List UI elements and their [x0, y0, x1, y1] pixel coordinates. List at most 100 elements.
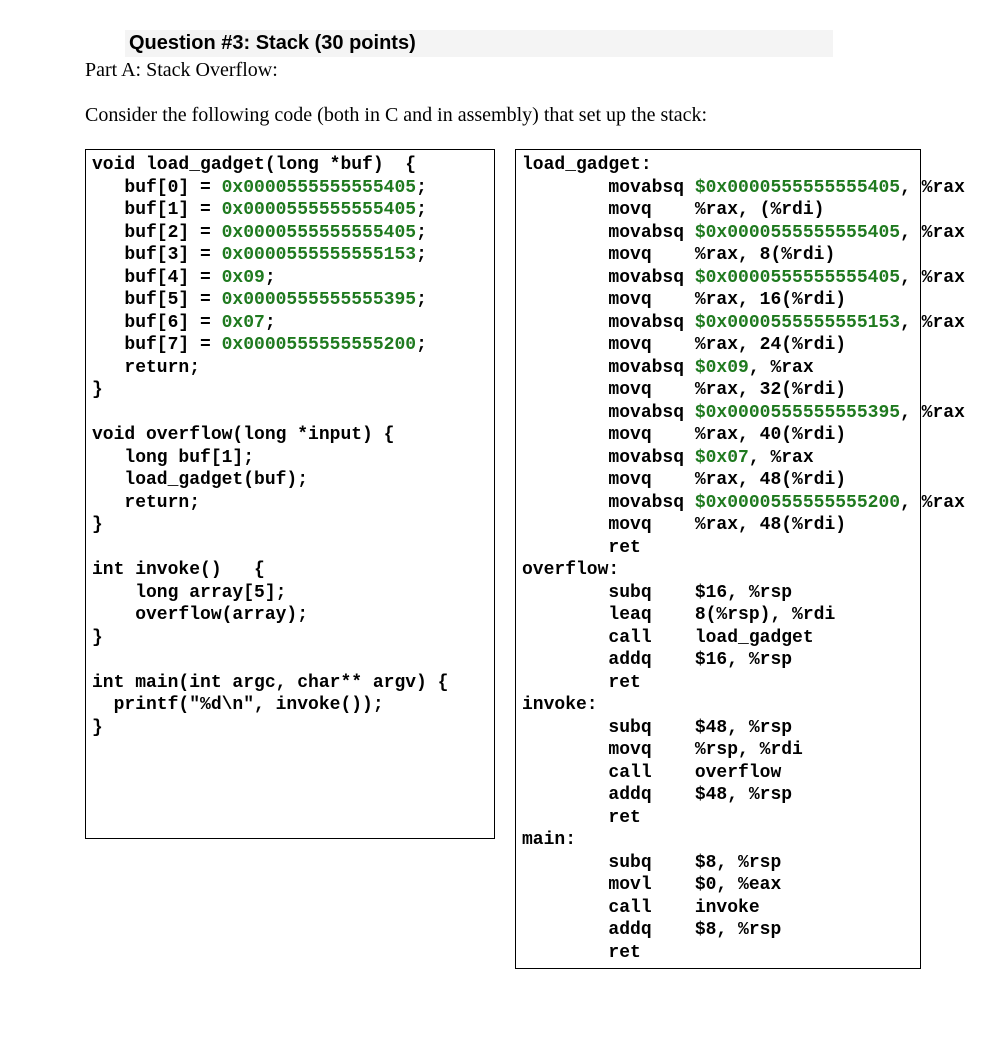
c-line: long array[5]; — [92, 583, 286, 603]
asm-line: subq $48, %rsp — [522, 718, 792, 738]
c-line: return; — [92, 358, 200, 378]
asm-line: movl $0, %eax — [522, 875, 781, 895]
asm-line: , %rax — [900, 313, 965, 333]
c-line: overflow(array); — [92, 605, 308, 625]
asm-line: addq $48, %rsp — [522, 785, 792, 805]
asm-code-box: load_gadget: movabsq $0x0000555555555405… — [515, 149, 921, 969]
c-line: ; — [265, 268, 276, 288]
asm-line: ret — [522, 673, 641, 693]
c-line: ; — [416, 335, 427, 355]
page-root: Question #3: Stack (30 points) Part A: S… — [0, 0, 1006, 1048]
asm-line: movq %rax, 48(%rdi) — [522, 470, 846, 490]
hex-literal: $0x0000555555555405 — [695, 178, 900, 198]
hex-literal: $0x0000555555555395 — [695, 403, 900, 423]
asm-line: movabsq — [522, 448, 695, 468]
c-line: } — [92, 628, 103, 648]
code-columns: void load_gadget(long *buf) { buf[0] = 0… — [85, 149, 921, 969]
hex-literal: 0x0000555555555405 — [222, 223, 416, 243]
hex-literal: 0x09 — [222, 268, 265, 288]
asm-line: , %rax — [749, 448, 814, 468]
c-line: void load_gadget(long *buf) { — [92, 155, 416, 175]
hex-literal: 0x0000555555555153 — [222, 245, 416, 265]
asm-line: movabsq — [522, 358, 695, 378]
asm-line: call invoke — [522, 898, 760, 918]
c-line: long buf[1]; — [92, 448, 254, 468]
asm-line: ret — [522, 538, 641, 558]
hex-literal: 0x0000555555555405 — [222, 200, 416, 220]
hex-literal: $0x09 — [695, 358, 749, 378]
c-line: } — [92, 515, 103, 535]
asm-line: main: — [522, 830, 576, 850]
asm-line: , %rax — [900, 403, 965, 423]
asm-line: leaq 8(%rsp), %rdi — [522, 605, 835, 625]
asm-line: movabsq — [522, 313, 695, 333]
asm-line: subq $16, %rsp — [522, 583, 792, 603]
c-line: buf[1] = — [92, 200, 222, 220]
c-line: buf[3] = — [92, 245, 222, 265]
hex-literal: $0x07 — [695, 448, 749, 468]
asm-line: subq $8, %rsp — [522, 853, 781, 873]
asm-line: overflow: — [522, 560, 619, 580]
asm-line: movq %rax, 24(%rdi) — [522, 335, 846, 355]
intro-text: Consider the following code (both in C a… — [85, 104, 921, 127]
asm-line: , %rax — [900, 178, 965, 198]
c-line: ; — [416, 245, 427, 265]
c-line: buf[2] = — [92, 223, 222, 243]
hex-literal: 0x0000555555555405 — [222, 178, 416, 198]
asm-line: movq %rax, (%rdi) — [522, 200, 824, 220]
asm-line: addq $16, %rsp — [522, 650, 792, 670]
hex-literal: $0x0000555555555153 — [695, 313, 900, 333]
c-line: return; — [92, 493, 200, 513]
c-line: buf[0] = — [92, 178, 222, 198]
asm-code: load_gadget: movabsq $0x0000555555555405… — [522, 154, 914, 964]
c-line: ; — [416, 200, 427, 220]
c-line: ; — [416, 290, 427, 310]
asm-line: , %rax — [900, 268, 965, 288]
c-line: } — [92, 380, 103, 400]
asm-line: movabsq — [522, 268, 695, 288]
hex-literal: $0x0000555555555405 — [695, 268, 900, 288]
c-code: void load_gadget(long *buf) { buf[0] = 0… — [92, 154, 488, 739]
hex-literal: 0x07 — [222, 313, 265, 333]
asm-line: , %rax — [900, 223, 965, 243]
asm-line: movq %rax, 40(%rdi) — [522, 425, 846, 445]
c-line: int main(int argc, char** argv) { — [92, 673, 448, 693]
asm-line: movabsq — [522, 493, 695, 513]
asm-line: ret — [522, 943, 641, 963]
c-line: buf[4] = — [92, 268, 222, 288]
c-line: int invoke() { — [92, 560, 265, 580]
c-line: printf("%d\n", invoke()); — [92, 695, 384, 715]
c-line: buf[7] = — [92, 335, 222, 355]
hex-literal: $0x0000555555555200 — [695, 493, 900, 513]
asm-line: invoke: — [522, 695, 598, 715]
asm-line: addq $8, %rsp — [522, 920, 781, 940]
asm-line: movabsq — [522, 403, 695, 423]
asm-line: call load_gadget — [522, 628, 814, 648]
asm-line: , %rax — [749, 358, 814, 378]
c-line: buf[6] = — [92, 313, 222, 333]
asm-line: movabsq — [522, 223, 695, 243]
c-line: load_gadget(buf); — [92, 470, 308, 490]
asm-line: ret — [522, 808, 641, 828]
part-a-label: Part A: Stack Overflow: — [85, 59, 921, 82]
question-header: Question #3: Stack (30 points) — [125, 30, 833, 57]
asm-line: load_gadget: — [522, 155, 652, 175]
asm-line: movq %rsp, %rdi — [522, 740, 803, 760]
hex-literal: 0x0000555555555200 — [222, 335, 416, 355]
hex-literal: $0x0000555555555405 — [695, 223, 900, 243]
asm-line: movq %rax, 16(%rdi) — [522, 290, 846, 310]
asm-line: movq %rax, 8(%rdi) — [522, 245, 835, 265]
c-line: void overflow(long *input) { — [92, 425, 394, 445]
c-code-box: void load_gadget(long *buf) { buf[0] = 0… — [85, 149, 495, 839]
asm-line: movq %rax, 48(%rdi) — [522, 515, 846, 535]
asm-line: , %rax — [900, 493, 965, 513]
hex-literal: 0x0000555555555395 — [222, 290, 416, 310]
asm-line: movq %rax, 32(%rdi) — [522, 380, 846, 400]
c-line: buf[5] = — [92, 290, 222, 310]
asm-line: call overflow — [522, 763, 781, 783]
c-line: ; — [416, 223, 427, 243]
c-line: ; — [265, 313, 276, 333]
asm-line: movabsq — [522, 178, 695, 198]
c-line: } — [92, 718, 103, 738]
c-line: ; — [416, 178, 427, 198]
